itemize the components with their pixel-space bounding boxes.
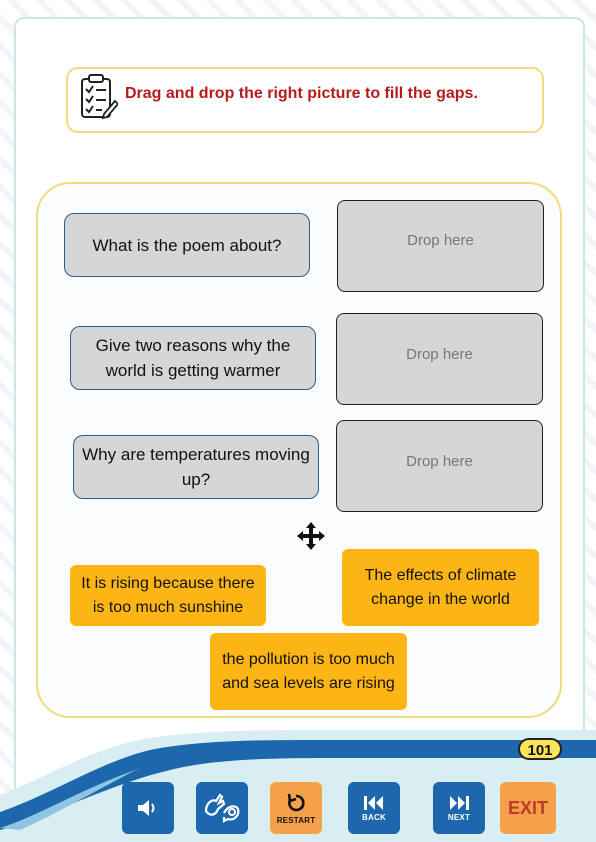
back-icon	[364, 795, 383, 810]
question-card-2: Give two reasons why the world is gettin…	[70, 326, 316, 390]
back-label: BACK	[362, 812, 386, 822]
drop-zone-2[interactable]: Drop here	[336, 313, 543, 405]
next-icon	[450, 795, 469, 810]
back-button[interactable]: BACK	[348, 782, 400, 834]
next-label: NEXT	[447, 812, 471, 822]
answer-card-2[interactable]: The effects of climate change in the wor…	[342, 549, 539, 626]
page-number-badge: 101	[518, 738, 562, 760]
drop-zone-3[interactable]: Drop here	[336, 420, 543, 512]
drop-zone-1[interactable]: Drop here	[337, 200, 544, 292]
clipboard-checklist-icon	[81, 74, 118, 120]
instruction-text: Drag and drop the right picture to fill …	[125, 85, 478, 102]
exit-label: EXIT	[507, 797, 548, 818]
question-card-3: Why are temperatures moving up?	[73, 435, 319, 499]
restart-label: RESTART	[276, 815, 316, 825]
restart-icon	[287, 793, 305, 811]
move-arrows-icon	[297, 522, 325, 550]
answer-card-3[interactable]: the pollution is too much and sea levels…	[210, 633, 407, 710]
sign-language-icon	[204, 793, 240, 823]
question-card-1: What is the poem about?	[64, 213, 310, 277]
next-button[interactable]: NEXT	[433, 782, 485, 834]
speaker-icon	[138, 800, 155, 816]
restart-button[interactable]: RESTART	[270, 782, 322, 834]
instruction-box: Drag and drop the right picture to fill …	[66, 67, 544, 133]
exit-button[interactable]: EXIT	[500, 782, 556, 834]
answer-card-1[interactable]: It is rising because there is too much s…	[70, 565, 266, 626]
sign-language-button[interactable]	[196, 782, 248, 834]
sound-button[interactable]	[122, 782, 174, 834]
